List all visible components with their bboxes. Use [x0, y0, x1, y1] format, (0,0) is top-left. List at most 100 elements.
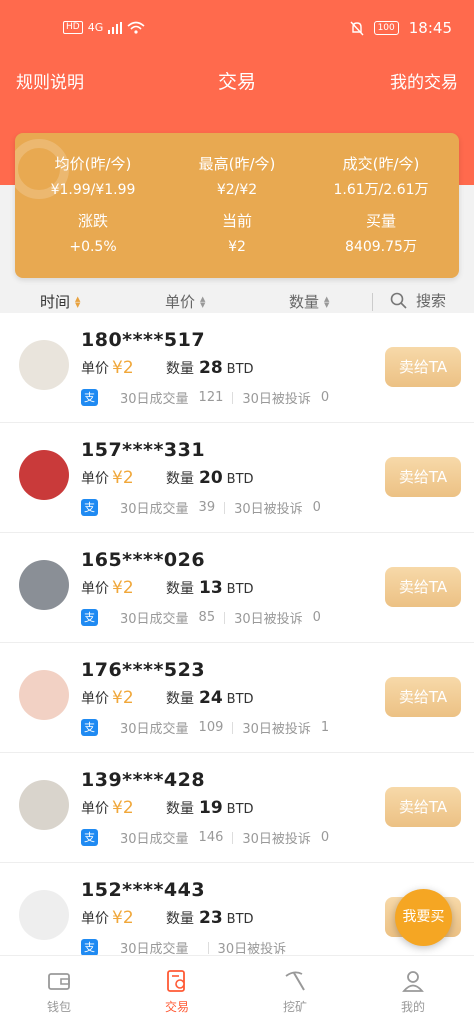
- qty-unit: BTD: [226, 362, 254, 377]
- seller-stats: 支 30日成交量 146 30日被投诉 0: [81, 828, 329, 847]
- wallet-icon: [48, 973, 70, 990]
- deals-value: 109: [198, 720, 224, 735]
- tab-profile[interactable]: 我的: [354, 956, 472, 1027]
- complaints-label: 30日被投诉: [242, 392, 311, 407]
- buy-volume-value: 8409.75万: [345, 239, 417, 255]
- person-icon: [402, 971, 424, 992]
- stats-divider: [232, 721, 234, 734]
- qty-value: 24: [199, 688, 223, 708]
- search-button[interactable]: 搜索: [390, 290, 446, 311]
- qty-label: 数量: [166, 911, 194, 927]
- sort-time-label: 时间: [40, 293, 71, 311]
- change-label: 涨跌: [77, 212, 108, 230]
- complaints-value: 0: [320, 830, 330, 845]
- filter-divider: [372, 293, 373, 311]
- complaints-value: 0: [312, 500, 321, 515]
- sell-to-button[interactable]: 卖给TA: [385, 457, 461, 497]
- seller-name: 165****026: [81, 549, 206, 571]
- alipay-icon: 支: [81, 939, 98, 955]
- price-line: 单价 ¥2 数量 23 BTD: [81, 908, 254, 928]
- stats-divider: [232, 831, 234, 844]
- trade-icon: [167, 970, 185, 992]
- tab-wallet[interactable]: 钱包: [0, 956, 118, 1027]
- complaints-value: 0: [312, 610, 321, 625]
- bell-muted-icon: [350, 21, 364, 35]
- price-value: ¥2: [112, 908, 134, 928]
- tab-mining[interactable]: 挖矿: [236, 956, 354, 1027]
- seller-stats: 支 30日成交量 39 30日被投诉 0: [81, 498, 321, 517]
- tab-wallet-label: 钱包: [46, 1000, 71, 1014]
- bottom-tab-bar: 钱包 交易 挖矿 我的: [0, 955, 474, 1027]
- tab-trade[interactable]: 交易: [118, 956, 236, 1027]
- qty-unit: BTD: [226, 802, 254, 817]
- sort-arrows-icon: ▲ ▼: [324, 294, 330, 309]
- avatar: [19, 670, 69, 720]
- deals-label: 30日成交量: [120, 612, 189, 627]
- stats-divider: [207, 941, 209, 954]
- complaints-label: 30日被投诉: [242, 722, 311, 737]
- complaints-label: 30日被投诉: [234, 612, 303, 627]
- alipay-icon: 支: [81, 499, 98, 516]
- complaints-label: 30日被投诉: [217, 942, 287, 955]
- qty-value: 28: [199, 358, 223, 378]
- offer-row: 176****523 单价 ¥2 数量 24 BTD 支 30日成交量 109 …: [0, 643, 474, 753]
- volume-label: 成交(昨/今): [342, 155, 420, 173]
- price-line: 单价 ¥2 数量 28 BTD: [81, 358, 254, 378]
- deals-label: 30日成交量: [120, 832, 189, 847]
- sell-to-button[interactable]: 卖给TA: [385, 677, 461, 717]
- stats-divider: [232, 391, 234, 404]
- battery-indicator: 100: [373, 21, 399, 35]
- sort-qty-label: 数量: [289, 293, 320, 311]
- complaints-label: 30日被投诉: [242, 832, 311, 847]
- complaints-value: 0: [320, 390, 330, 405]
- alipay-icon: 支: [81, 389, 98, 406]
- stats-divider: [224, 611, 226, 624]
- sort-time[interactable]: 时间 ▲ ▼: [40, 291, 80, 312]
- price-label: 单价: [81, 471, 109, 487]
- qty-value: 20: [199, 468, 223, 488]
- network-type: 4G: [87, 21, 104, 34]
- sort-price[interactable]: 单价 ▲ ▼: [165, 291, 205, 312]
- complaints-value: 1: [320, 720, 330, 735]
- qty-value: 13: [199, 578, 223, 598]
- price-value: ¥2: [112, 358, 134, 378]
- tab-profile-label: 我的: [400, 1000, 425, 1014]
- wifi-icon: [127, 21, 145, 34]
- qty-label: 数量: [166, 691, 194, 707]
- sort-arrows-icon: ▲ ▼: [200, 294, 206, 309]
- signal-icon: [108, 21, 123, 34]
- deals-label: 30日成交量: [120, 392, 189, 407]
- sell-to-button[interactable]: 卖给TA: [385, 347, 461, 387]
- deals-label: 30日成交量: [120, 502, 189, 517]
- price-line: 单价 ¥2 数量 24 BTD: [81, 688, 254, 708]
- buy-float-button[interactable]: 我要买: [395, 889, 452, 946]
- seller-name: 180****517: [81, 329, 206, 351]
- price-value: ¥2: [112, 468, 134, 488]
- search-label: 搜索: [416, 292, 447, 310]
- deals-label: 30日成交量: [120, 722, 189, 737]
- price-label: 单价: [81, 581, 109, 597]
- price-value: ¥2: [112, 798, 134, 818]
- qty-unit: BTD: [226, 912, 254, 927]
- price-line: 单价 ¥2 数量 13 BTD: [81, 578, 254, 598]
- offer-row: 139****428 单价 ¥2 数量 19 BTD 支 30日成交量 146 …: [0, 753, 474, 863]
- deals-value: 85: [198, 610, 216, 625]
- change-value: +0.5%: [69, 239, 117, 255]
- tab-mining-label: 挖矿: [282, 1000, 307, 1014]
- qty-label: 数量: [166, 471, 194, 487]
- sort-qty[interactable]: 数量 ▲ ▼: [289, 291, 329, 312]
- price-line: 单价 ¥2 数量 20 BTD: [81, 468, 254, 488]
- sell-to-button[interactable]: 卖给TA: [385, 567, 461, 607]
- sell-to-button[interactable]: 卖给TA: [385, 787, 461, 827]
- seller-stats: 支 30日成交量 30日被投诉: [81, 938, 296, 955]
- deals-value: 121: [198, 390, 224, 405]
- my-trades-link[interactable]: 我的交易: [390, 68, 458, 93]
- avatar: [19, 340, 69, 390]
- alipay-icon: 支: [81, 829, 98, 846]
- alipay-icon: 支: [81, 609, 98, 626]
- offer-row: 165****026 单价 ¥2 数量 13 BTD 支 30日成交量 85 3…: [0, 533, 474, 643]
- alipay-icon: 支: [81, 719, 98, 736]
- qty-unit: BTD: [226, 692, 254, 707]
- seller-stats: 支 30日成交量 121 30日被投诉 0: [81, 388, 329, 407]
- status-bar: HD 4G 100 18:45: [0, 0, 474, 60]
